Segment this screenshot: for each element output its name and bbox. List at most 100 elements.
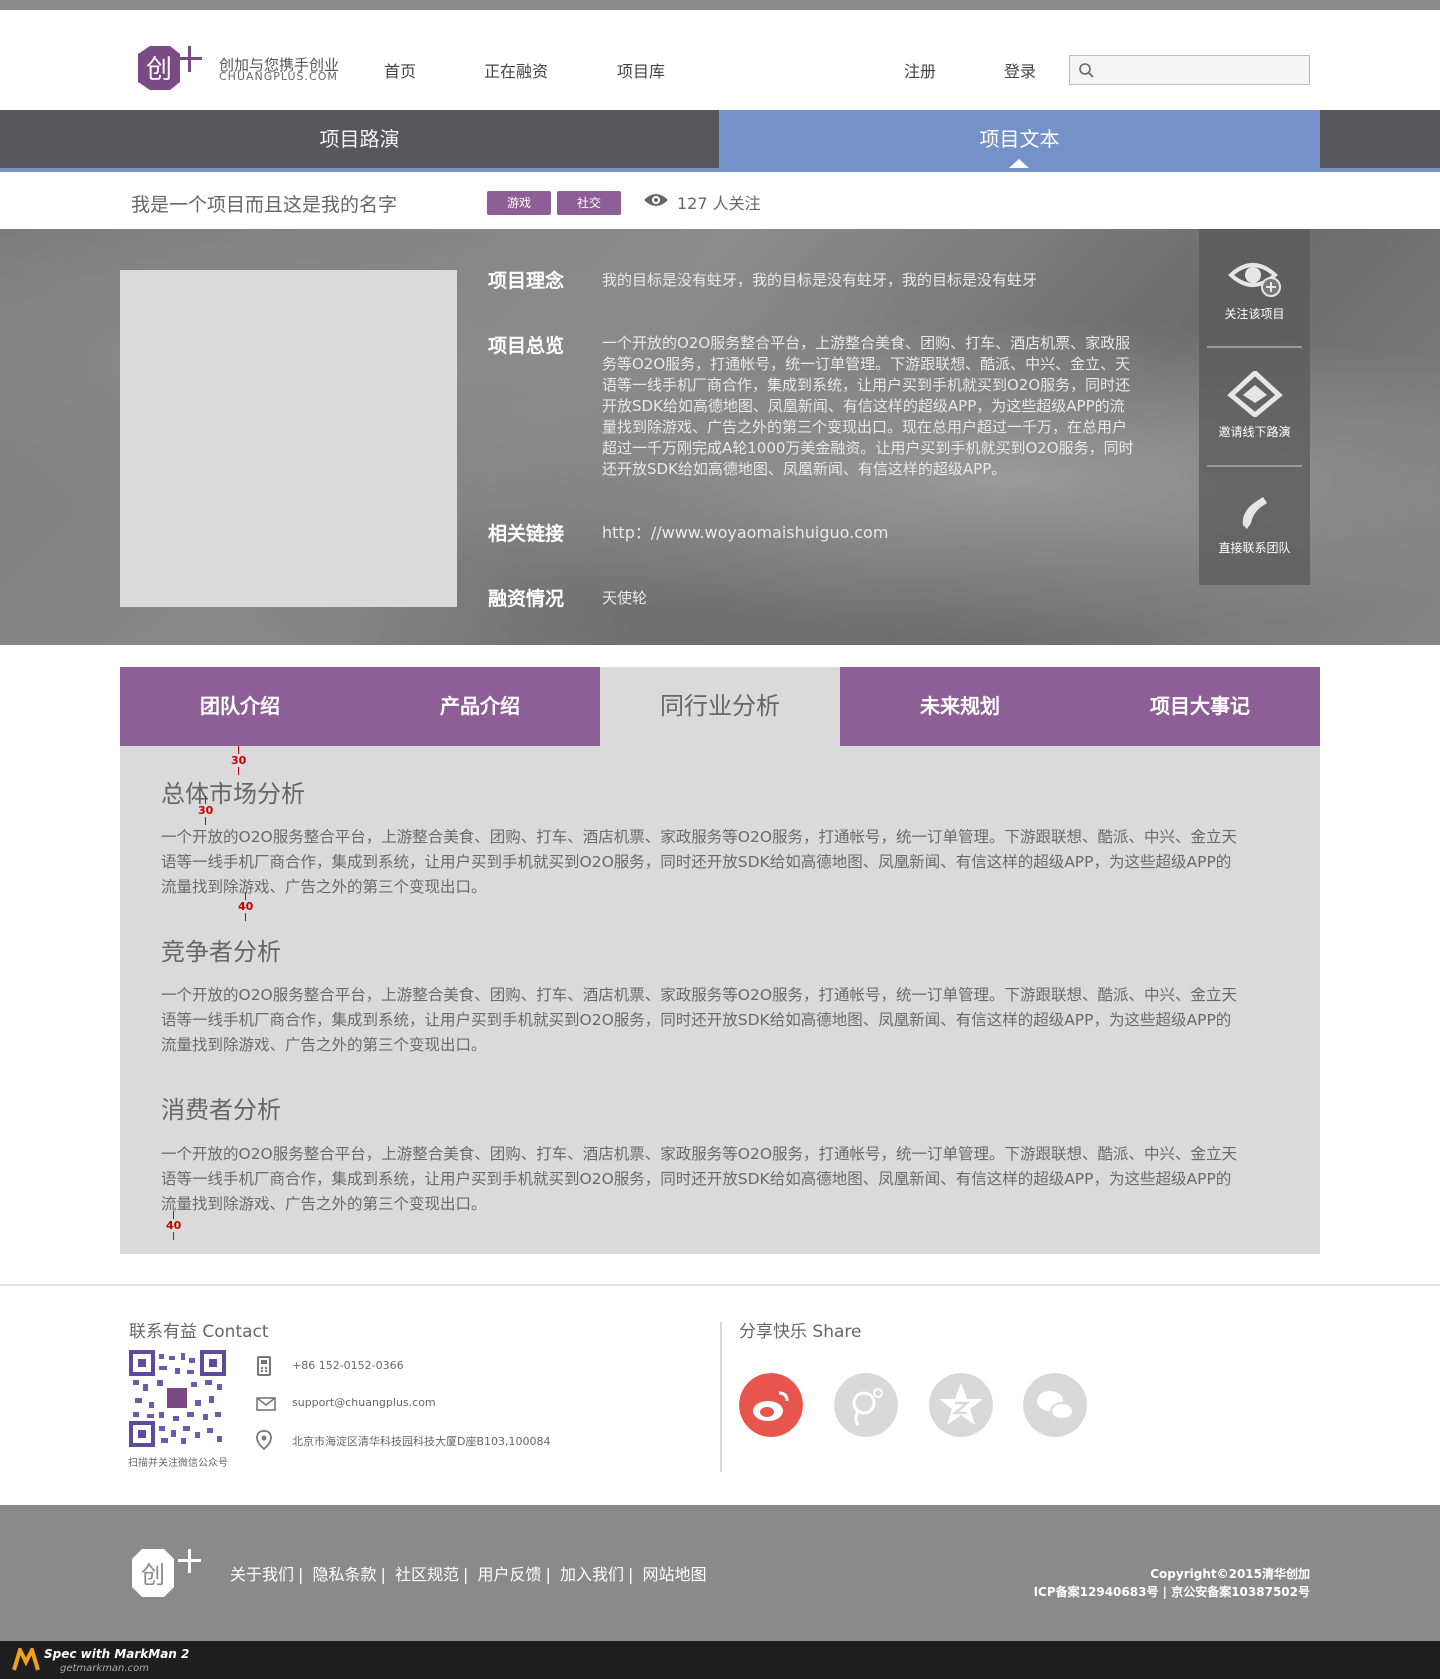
nav-project-library[interactable]: 项目库 (617, 58, 665, 82)
tab-project-text[interactable]: 项目文本 (719, 110, 1320, 168)
project-link[interactable]: http：//www.woyaomaishuiguo.com (602, 522, 888, 543)
markman-url: getmarkman.com (60, 1663, 149, 1674)
section-title: 消费者分析 (161, 1096, 281, 1124)
tencent-weibo-icon[interactable] (834, 1373, 898, 1437)
svg-text:创: 创 (146, 55, 172, 85)
share-title: 分享快乐 Share (739, 1322, 862, 1342)
project-name: 我是一个项目而且这是我的名字 (131, 194, 398, 216)
search-input[interactable] (1069, 55, 1310, 85)
tab-project-text-label: 项目文本 (979, 127, 1060, 151)
footer-link-privacy[interactable]: 隐私条款 (313, 1565, 377, 1584)
contact-team-label: 直接联系团队 (1218, 541, 1291, 555)
section-body: 一个开放的O2O服务整合平台，上游整合美食、团购、打车、酒店机票、家政服务等O2… (161, 825, 1279, 900)
tab-product[interactable]: 产品介绍 (360, 667, 600, 746)
spec-mark: 30 (231, 746, 246, 775)
qzone-icon[interactable] (929, 1373, 993, 1437)
location-pin-icon (256, 1430, 272, 1450)
invite-roadshow-label: 邀请线下路演 (1218, 425, 1291, 439)
contact-team-button[interactable]: 直接联系团队 (1199, 493, 1310, 556)
search-icon (1079, 63, 1094, 78)
overview-text: 一个开放的O2O服务整合平台，上游整合美食、团购、打车、酒店机票、家政服 务等O… (602, 333, 1134, 480)
tag-social[interactable]: 社交 (557, 191, 621, 215)
section-line: 语等一线手机厂商合作，集成到系统，让用户买到手机就买到O2O服务，同时还开放SD… (161, 1011, 1232, 1029)
mail-icon (256, 1397, 276, 1411)
concept-value: 我的目标是没有蛀牙，我的目标是没有蛀牙，我的目标是没有蛀牙 (602, 271, 1038, 289)
contact-title: 联系有益 Contact (129, 1322, 269, 1342)
project-image (120, 270, 457, 607)
markman-bar: Spec with MarkMan 2 getmarkman.com (0, 1641, 1440, 1679)
eye-icon (644, 194, 668, 206)
weibo-icon[interactable] (739, 1373, 803, 1437)
spec-mark: 40 (166, 1211, 181, 1240)
section-line: 一个开放的O2O服务整合平台，上游整合美食、团购、打车、酒店机票、家政服务等O2… (161, 1145, 1238, 1163)
handshake-icon (1226, 371, 1283, 417)
tag-game[interactable]: 游戏 (487, 191, 551, 215)
contact-email[interactable]: support@chuangplus.com (292, 1396, 436, 1409)
footer-vertical-divider (720, 1322, 722, 1472)
funding-label: 融资情况 (488, 588, 565, 610)
footer-link-about[interactable]: 关于我们 (230, 1565, 294, 1584)
site-header: 创 创加与您携手创业 CHUANGPLUS.COM 首页 正在融资 项目库 注册… (0, 10, 1440, 110)
logo-domain: CHUANGPLUS.COM (219, 70, 338, 83)
content-tabs: 团队介绍 产品介绍 同行业分析 未来规划 项目大事记 (120, 667, 1320, 746)
project-hero: 项目理念 我的目标是没有蛀牙，我的目标是没有蛀牙，我的目标是没有蛀牙 项目总览 … (0, 229, 1440, 645)
overview-line: 量找到除游戏、广告之外的第三个变现出口。现在总用户超过一千万，在总用户 (602, 418, 1128, 436)
invite-roadshow-button[interactable]: 邀请线下路演 (1199, 371, 1310, 440)
nav-fundraising[interactable]: 正在融资 (484, 58, 548, 82)
funding-stage: 天使轮 (602, 589, 648, 607)
svg-text:创: 创 (141, 1561, 165, 1589)
section-title: 总体市场分析 (161, 780, 305, 808)
overview-line: 还开放SDK给如高德地图、凤凰新闻、有信这样的超级APP。 (602, 460, 1007, 478)
project-bar: 我是一个项目而且这是我的名字 游戏 社交 127 人关注 (0, 172, 1440, 229)
action-sidebar: 关注该项目 邀请线下路演 直接联系团队 (1199, 229, 1310, 585)
icp-text: ICP备案12940683号 | 京公安备案10387502号 (1033, 1585, 1310, 1599)
footer-logo[interactable]: 创 (128, 1545, 212, 1601)
section-line: 流量找到除游戏、广告之外的第三个变现出口。 (161, 1195, 487, 1213)
overview-label: 项目总览 (488, 335, 565, 357)
watch-plus-icon (1227, 263, 1281, 297)
footer-link-feedback[interactable]: 用户反馈 (478, 1565, 542, 1584)
tab-industry-analysis[interactable]: 同行业分析 (600, 667, 840, 746)
sidebar-divider (1207, 346, 1302, 348)
tab-team[interactable]: 团队介绍 (120, 667, 360, 746)
overview-line: 开放SDK给如高德地图、凤凰新闻、有信这样的超级APP，为这些超级APP的流 (602, 397, 1125, 415)
section-title: 竞争者分析 (161, 938, 281, 966)
top-strip (0, 0, 1440, 10)
overview-line: 务等O2O服务，打通帐号，统一订单管理。下游跟联想、酷派、中兴、金立、天 (602, 355, 1131, 373)
copyright-text: Copyright©2015清华创加 (1150, 1567, 1310, 1581)
footer-copyright: Copyright©2015清华创加 ICP备案12940683号 | 京公安备… (1034, 1565, 1310, 1601)
analysis-panel: 30 总体市场分析 30 一个开放的O2O服务整合平台，上游整合美食、团购、打车… (120, 746, 1320, 1254)
follow-project-label: 关注该项目 (1224, 307, 1285, 321)
follower-count: 127 人关注 (677, 194, 761, 213)
chuangplus-logo[interactable]: 创 (128, 42, 208, 97)
footer-links: 关于我们 | 隐私条款 | 社区规范 | 用户反馈 | 加入我们 | 网站地图 (230, 1565, 707, 1584)
overview-line: 语等一线手机厂商合作，集成到系统，让用户买到手机就买到O2O服务，同时还 (602, 376, 1131, 394)
tab-milestones[interactable]: 项目大事记 (1080, 667, 1320, 746)
markman-logo-icon (12, 1648, 40, 1671)
phone-icon (1242, 497, 1267, 529)
site-footer: 创 关于我们 | 隐私条款 | 社区规范 | 用户反馈 | 加入我们 | 网站地图 Cop… (0, 1505, 1440, 1641)
wechat-icon[interactable] (1023, 1373, 1087, 1437)
qr-caption: 扫描并关注微信公众号 (128, 1458, 228, 1469)
spec-mark: 30 (198, 796, 213, 825)
register-link[interactable]: 注册 (904, 58, 936, 82)
spec-mark: 40 (238, 892, 253, 921)
login-link[interactable]: 登录 (1004, 58, 1036, 82)
nav-home[interactable]: 首页 (384, 58, 416, 82)
sidebar-divider (1207, 465, 1302, 467)
tab-roadshow[interactable]: 项目路演 (0, 110, 719, 168)
section-line: 一个开放的O2O服务整合平台，上游整合美食、团购、打车、酒店机票、家政服务等O2… (161, 986, 1238, 1004)
overview-line: 一个开放的O2O服务整合平台，上游整合美食、团购、打车、酒店机票、家政服 (602, 334, 1131, 352)
section-line: 流量找到除游戏、广告之外的第三个变现出口。 (161, 1036, 487, 1054)
active-tab-caret (1009, 159, 1029, 168)
section-line: 流量找到除游戏、广告之外的第三个变现出口。 (161, 878, 487, 896)
tab-future-plan[interactable]: 未来规划 (840, 667, 1080, 746)
footer-link-community[interactable]: 社区规范 (395, 1565, 459, 1584)
follow-project-button[interactable]: 关注该项目 (1199, 255, 1310, 322)
view-tabs: 项目路演 项目文本 (0, 110, 1440, 168)
footer-link-sitemap[interactable]: 网站地图 (643, 1565, 707, 1584)
link-label: 相关链接 (488, 523, 565, 545)
overview-line: 超过一千万刚完成A轮1000万美金融资。让用户买到手机就买到O2O服务，同时 (602, 439, 1134, 457)
footer-link-join[interactable]: 加入我们 (560, 1565, 624, 1584)
section-line: 语等一线手机厂商合作，集成到系统，让用户买到手机就买到O2O服务，同时还开放SD… (161, 1170, 1232, 1188)
